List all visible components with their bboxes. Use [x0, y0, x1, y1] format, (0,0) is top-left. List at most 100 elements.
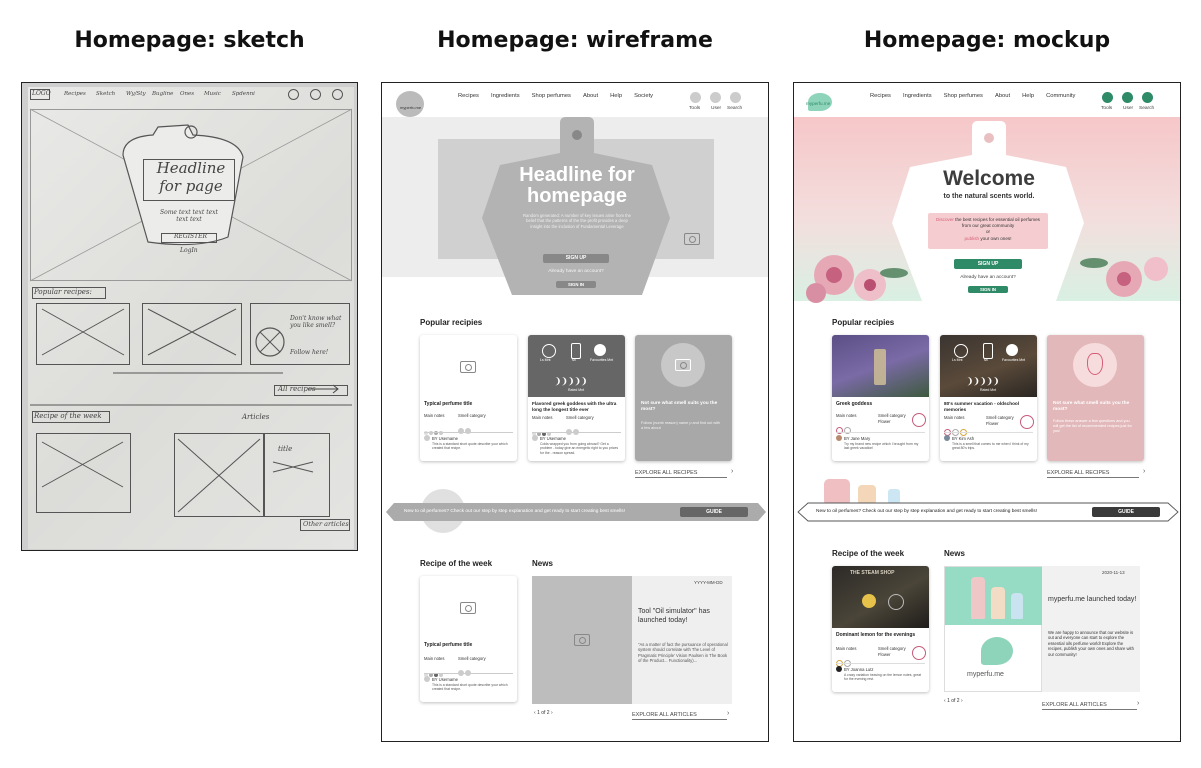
wire-card2-category-icons: [566, 422, 580, 440]
wire-lorem: Random generated: A number of key issues…: [522, 213, 631, 229]
mock-week-cup: [888, 594, 904, 610]
mock-card2-stat-4: Rated Mnt: [980, 388, 997, 392]
sketch-articles: Articles: [242, 413, 270, 421]
wire-explore-articles-link[interactable]: EXPLORE ALL ARTICLES: [632, 712, 727, 720]
mock-pager-text: 1 of 2: [947, 698, 960, 704]
mock-week-lemon: [862, 594, 876, 608]
mock-card1-smell-category: Smell category: [878, 413, 906, 418]
mock-card1-flower-icon: [912, 413, 926, 427]
sketch-article-title: title: [278, 445, 293, 453]
mock-quiz-text: Follow these answer a few questions and …: [1053, 419, 1132, 433]
mock-card2-desc: This is a smell that comes to me when I …: [952, 442, 1029, 451]
sketch-other-articles[interactable]: Other articles: [303, 520, 349, 528]
wire-week-main-notes: Main notes: [424, 656, 445, 661]
wire-week-category-icons: [458, 663, 472, 681]
wire-week-card[interactable]: Typical perfume title Main notes Smell c…: [420, 576, 517, 702]
wire-explore-recipes-link[interactable]: EXPLORE ALL RECIPES: [635, 470, 727, 478]
mock-card2-heart-icon: [1006, 344, 1018, 356]
wire-recipe-card-2[interactable]: Ls Mnt Ml Favourites Mnt ❩❩❩❩❩ Rated Mnt…: [528, 335, 625, 461]
wire-quiz-title: Not sure what smell suits you the most?: [641, 401, 718, 413]
wire-recipe-card-1[interactable]: Typical perfume title Main notes Smell c…: [420, 335, 517, 461]
wire-card2-main-notes: Main notes: [532, 415, 553, 420]
wire-quiz-card[interactable]: Not sure what smell suits you the most? …: [635, 335, 732, 461]
mock-discover-highlight: Discover: [936, 217, 954, 222]
sketch-panel: LOGO Recipes Sketch Wy/Sty Bugline Ones …: [21, 82, 358, 551]
wire-card2-smell-category: Smell category: [566, 415, 594, 420]
sketch-article-image: [174, 433, 264, 517]
mock-week-user: BY Joanna Lutz: [844, 667, 874, 672]
wire-explore-articles-chevron-icon: ›: [727, 710, 730, 717]
wire-card2-user: BY Username: [540, 436, 566, 441]
mock-card1-user: BY Jane Mary: [844, 436, 871, 441]
mock-news-bottle-3: [1011, 593, 1023, 619]
mock-already-text: Already have an account?: [960, 275, 1016, 280]
sketch-register[interactable]: REGISTER: [174, 233, 207, 240]
mock-explore-recipes-link[interactable]: EXPLORE ALL RECIPES: [1047, 470, 1139, 478]
wire-card1-user: BY Username: [432, 436, 458, 441]
wire-signup-button[interactable]: SIGN UP: [543, 254, 609, 263]
mock-signin-button[interactable]: SIGN IN: [968, 286, 1008, 293]
sketch-follow[interactable]: Follow here!: [290, 349, 328, 356]
wire-card2-bottle-icon: [571, 343, 581, 359]
mock-quiz-bottle-icon: [1087, 353, 1103, 375]
mock-news-date: 2020-11-13: [1102, 570, 1125, 575]
mock-recipe-card-2[interactable]: Ls Mnt Ml Favourites Mnt ❩❩❩❩❩ Rated Mnt…: [940, 335, 1037, 461]
mock-guide-button[interactable]: GUIDE: [1092, 507, 1160, 517]
mock-signup-button[interactable]: SIGN UP: [954, 259, 1022, 269]
mock-card1-bottle: [874, 349, 886, 385]
mock-card2-user: BY Kim Ash: [952, 436, 975, 441]
wire-card1-avatar: [424, 435, 430, 441]
wire-week-title: Typical perfume title: [424, 642, 473, 648]
wire-news-body: "As a matter of fact the pursuance of op…: [638, 642, 728, 664]
sketch-all-recipes[interactable]: All recipes: [278, 385, 316, 393]
sketch-paper: LOGO Recipes Sketch Wy/Sty Bugline Ones …: [28, 87, 354, 549]
mock-week-card[interactable]: THE STEAM SHOP Dominant lemon for the ev…: [832, 566, 929, 692]
wire-news-heading: News: [532, 559, 553, 568]
wire-card2-stat-1: Ls Mnt: [540, 358, 551, 362]
wire-week-camera-icon: [460, 602, 476, 614]
mock-card2-clock-icon: [954, 344, 968, 358]
wire-card2-avatar: [532, 435, 538, 441]
mock-card2-main-notes: Main notes: [944, 415, 965, 420]
mock-popular-heading: Popular recipies: [832, 318, 895, 327]
mock-news-title: myperfu.me launched today!: [1048, 596, 1137, 603]
mock-quiz-card[interactable]: Not sure what smell suits you the most? …: [1047, 335, 1144, 461]
wire-explore-recipes-chevron-icon: ›: [731, 468, 734, 475]
mock-explore-articles-link[interactable]: EXPLORE ALL ARTICLES: [1042, 702, 1137, 710]
mock-recipe-card-1[interactable]: Greek goddess Main notes Smell category …: [832, 335, 929, 461]
wire-card1-desc: This is a standard short quote describe …: [432, 442, 508, 451]
mock-week-avatar: [836, 666, 842, 672]
sketch-login[interactable]: LogIn: [180, 247, 198, 254]
mock-news-card[interactable]: myperfu.me 2020-11-13 myperfu.me launche…: [944, 566, 1140, 692]
wire-week-smell-category: Smell category: [458, 656, 486, 661]
sketch-week-card: [36, 433, 131, 513]
sketch-dont-know: Don't know what you like smell?: [290, 315, 342, 329]
wire-pager[interactable]: ‹ 1 of 2 ›: [534, 710, 553, 716]
wire-card1-camera-icon: [460, 361, 476, 373]
wire-card2-desc: Colds wrapped you from going abroad? Get…: [540, 442, 619, 455]
mock-explore-articles-chevron-icon: ›: [1137, 700, 1140, 707]
mock-pager[interactable]: ‹ 1 of 2 ›: [944, 698, 963, 704]
wire-guide-button[interactable]: GUIDE: [680, 507, 748, 517]
wire-pager-text: 1 of 2: [537, 710, 550, 716]
mock-discover-or: or: [985, 229, 991, 235]
wire-news-card[interactable]: YYYY-MM-DD Tool "Oil simulator" has laun…: [532, 576, 732, 704]
wire-already-text: Already have an account?: [548, 269, 604, 274]
mock-news-logo-text: myperfu.me: [967, 671, 1004, 678]
mock-news-image: myperfu.me: [944, 566, 1042, 692]
wire-card2-title: Flavored greek goddess with the ultra lo…: [532, 401, 617, 412]
mock-card1-desc: Try my brand new recipe which I brought …: [844, 442, 919, 451]
mock-week-shop-sign: THE STEAM SHOP: [850, 570, 895, 576]
wire-week-divider: [424, 673, 513, 674]
wire-signin-button[interactable]: SIGN IN: [556, 281, 596, 288]
wire-card2-heart-icon: [594, 344, 606, 356]
wire-card2-rating-icon: ❩❩❩❩❩: [554, 376, 588, 386]
sketch-subtext: Some text text text text text: [160, 209, 218, 223]
mock-news-heading: News: [944, 549, 965, 558]
mock-week-category: Flower: [878, 652, 891, 657]
sketch-card-2: [142, 303, 242, 365]
wire-week-avatar: [424, 676, 430, 682]
mock-card2-category: Flower: [986, 421, 999, 426]
sketch-article-text: [264, 433, 330, 517]
wire-news-camera-icon: [574, 634, 590, 646]
